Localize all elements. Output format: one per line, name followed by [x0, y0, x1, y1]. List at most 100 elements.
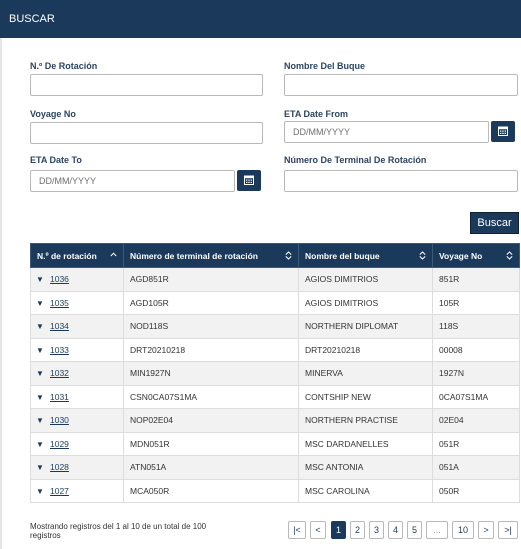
- terminal-rotation-cell: MCA050R: [123, 478, 299, 503]
- caret-down-icon[interactable]: ▼: [36, 346, 50, 355]
- table-row[interactable]: ▼ 1032 MIN1927N MINERVA 1927N: [30, 361, 520, 386]
- table-row[interactable]: ▼ 1035 AGD105R AGIOS DIMITRIOS 105R: [30, 290, 520, 315]
- terminal-rotation-cell: MDN051R: [123, 431, 299, 456]
- terminal-rotation-cell: AGD851R: [123, 267, 299, 292]
- rotation-cell: ▼ 1032: [30, 361, 124, 386]
- col-rotation-no[interactable]: N.º de rotación: [30, 243, 124, 268]
- caret-down-icon[interactable]: ▼: [36, 440, 50, 449]
- sort-icon: [285, 251, 292, 260]
- page-button-4[interactable]: 4: [388, 521, 403, 539]
- terminal-rotation-cell: ATN051A: [123, 455, 299, 480]
- voyage-no-cell: 1927N: [432, 361, 520, 386]
- table-header-row: N.º de rotación Número de terminal de ro…: [30, 243, 520, 268]
- col-voyage-no-label: Voyage No: [439, 250, 483, 261]
- caret-down-icon[interactable]: ▼: [36, 463, 50, 472]
- page-button-3[interactable]: 3: [369, 521, 384, 539]
- ship-name-cell: DRT20210218: [298, 337, 433, 362]
- col-voyage-no[interactable]: Voyage No: [432, 243, 520, 268]
- rotation-link[interactable]: 1035: [50, 298, 69, 308]
- caret-down-icon[interactable]: ▼: [36, 322, 50, 331]
- terminal-rotation-cell: DRT20210218: [123, 337, 299, 362]
- last-page-button[interactable]: >|: [498, 521, 518, 539]
- caret-down-icon[interactable]: ▼: [36, 299, 50, 308]
- eta-to-input[interactable]: DD/MM/YYYY: [30, 170, 235, 192]
- pagination-ellipsis: ...: [426, 521, 448, 539]
- header-bar: BUSCAR: [0, 0, 521, 38]
- table-row[interactable]: ▼ 1029 MDN051R MSC DARDANELLES 051R: [30, 431, 520, 456]
- eta-to-placeholder: DD/MM/YYYY: [39, 176, 97, 186]
- eta-to-calendar-button[interactable]: [237, 170, 261, 191]
- ship-name-cell: MSC ANTONIA: [298, 455, 433, 480]
- col-terminal-rotation-label: Número de terminal de rotación: [130, 250, 258, 261]
- rotation-link[interactable]: 1030: [50, 415, 69, 425]
- rotation-link[interactable]: 1034: [50, 321, 69, 331]
- rotation-link[interactable]: 1032: [50, 368, 69, 378]
- ship-name-cell: AGIOS DIMITRIOS: [298, 290, 433, 315]
- caret-down-icon[interactable]: ▼: [36, 393, 50, 402]
- table-row[interactable]: ▼ 1036 AGD851R AGIOS DIMITRIOS 851R: [30, 267, 520, 292]
- first-page-button[interactable]: |<: [288, 521, 306, 539]
- col-terminal-rotation[interactable]: Número de terminal de rotación: [123, 243, 299, 268]
- rotation-no-input[interactable]: [30, 74, 263, 96]
- rotation-cell: ▼ 1034: [30, 314, 124, 339]
- rotation-link[interactable]: 1028: [50, 462, 69, 472]
- eta-to-label: ETA Date To: [30, 155, 82, 165]
- results-table: N.º de rotación Número de terminal de ro…: [30, 243, 520, 503]
- page-title: BUSCAR: [9, 13, 55, 25]
- col-rotation-no-label: N.º de rotación: [37, 250, 97, 261]
- table-row[interactable]: ▼ 1031 CSN0CA07S1MA CONTSHIP NEW 0CA07S1M…: [30, 384, 520, 409]
- eta-from-placeholder: DD/MM/YYYY: [293, 127, 351, 137]
- table-row[interactable]: ▼ 1028 ATN051A MSC ANTONIA 051A: [30, 455, 520, 480]
- rotation-cell: ▼ 1028: [30, 455, 124, 480]
- voyage-no-cell: 0CA07S1MA: [432, 384, 520, 409]
- table-row[interactable]: ▼ 1027 MCA050R MSC CAROLINA 050R: [30, 478, 520, 503]
- ship-name-cell: MSC DARDANELLES: [298, 431, 433, 456]
- rotation-cell: ▼ 1027: [30, 478, 124, 503]
- terminal-rotation-input[interactable]: [284, 170, 518, 192]
- rotation-link[interactable]: 1029: [50, 439, 69, 449]
- sort-ascending-icon: [110, 252, 117, 257]
- caret-down-icon[interactable]: ▼: [36, 487, 50, 496]
- rotation-cell: ▼ 1036: [30, 267, 124, 292]
- ship-name-input[interactable]: [284, 74, 518, 96]
- eta-from-calendar-button[interactable]: [491, 121, 515, 142]
- search-button[interactable]: Buscar: [470, 212, 519, 234]
- table-row[interactable]: ▼ 1034 NOD118S NORTHERN DIPLOMAT 118S: [30, 314, 520, 339]
- rotation-link[interactable]: 1036: [50, 274, 69, 284]
- ship-name-cell: CONTSHIP NEW: [298, 384, 433, 409]
- table-row[interactable]: ▼ 1030 NOP02E04 NORTHERN PRACTISE 02E04: [30, 408, 520, 433]
- terminal-rotation-cell: CSN0CA07S1MA: [123, 384, 299, 409]
- next-page-button[interactable]: >: [478, 521, 494, 539]
- rotation-link[interactable]: 1027: [50, 486, 69, 496]
- sort-icon: [419, 251, 426, 260]
- rotation-link[interactable]: 1033: [50, 345, 69, 355]
- records-info: Mostrando registros del 1 al 10 de un to…: [30, 522, 207, 540]
- terminal-rotation-label: Número De Terminal De Rotación: [284, 155, 427, 165]
- rotation-link[interactable]: 1031: [50, 392, 69, 402]
- col-ship-name[interactable]: Nombre del buque: [298, 243, 433, 268]
- page-button-5[interactable]: 5: [407, 521, 422, 539]
- terminal-rotation-cell: AGD105R: [123, 290, 299, 315]
- voyage-no-cell: 050R: [432, 478, 520, 503]
- prev-page-button[interactable]: <: [310, 521, 326, 539]
- rotation-cell: ▼ 1035: [30, 290, 124, 315]
- voyage-no-cell: 00008: [432, 337, 520, 362]
- calendar-icon: [244, 175, 254, 185]
- voyage-no-cell: 105R: [432, 290, 520, 315]
- rotation-cell: ▼ 1029: [30, 431, 124, 456]
- rotation-cell: ▼ 1030: [30, 408, 124, 433]
- voyage-no-input[interactable]: [30, 122, 263, 144]
- table-row[interactable]: ▼ 1033 DRT20210218 DRT20210218 00008: [30, 337, 520, 362]
- caret-down-icon[interactable]: ▼: [36, 416, 50, 425]
- eta-from-input[interactable]: DD/MM/YYYY: [284, 121, 489, 143]
- rotation-cell: ▼ 1033: [30, 337, 124, 362]
- page-button-2[interactable]: 2: [350, 521, 365, 539]
- voyage-no-cell: 02E04: [432, 408, 520, 433]
- page-button-10[interactable]: 10: [452, 521, 474, 539]
- voyage-no-cell: 051R: [432, 431, 520, 456]
- caret-down-icon[interactable]: ▼: [36, 369, 50, 378]
- caret-down-icon[interactable]: ▼: [36, 275, 50, 284]
- terminal-rotation-cell: NOD118S: [123, 314, 299, 339]
- left-divider: [0, 38, 2, 549]
- page-button-1[interactable]: 1: [331, 521, 346, 539]
